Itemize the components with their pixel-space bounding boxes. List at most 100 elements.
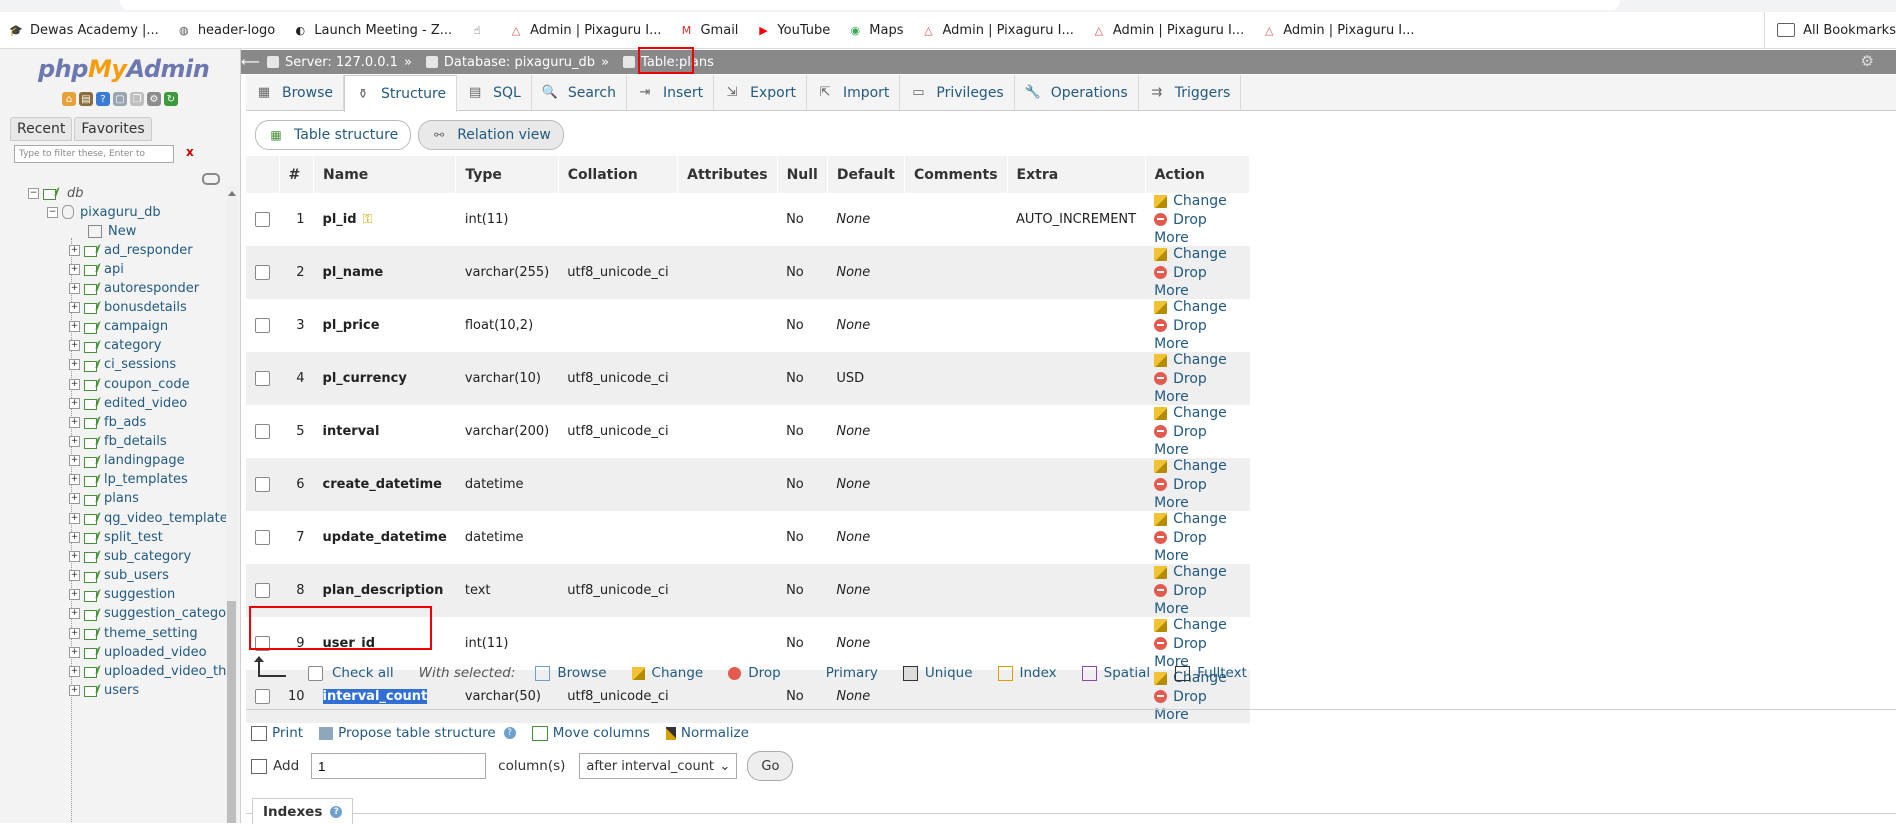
- tab-import[interactable]: ⇱ Import: [807, 75, 901, 110]
- settings-gear-icon[interactable]: ⚙: [1861, 52, 1874, 70]
- row-checkbox[interactable]: [255, 318, 270, 333]
- collapse-arrow-icon[interactable]: ⟵: [241, 55, 260, 70]
- more-button[interactable]: More: [1154, 601, 1189, 617]
- tab-operations[interactable]: 🔧 Operations: [1015, 75, 1139, 110]
- field-name[interactable]: interval_count: [322, 689, 428, 704]
- field-name-cell[interactable]: update_datetime: [313, 511, 456, 564]
- expand-icon[interactable]: +: [69, 359, 80, 371]
- change-button[interactable]: Change: [1154, 564, 1227, 580]
- collapse-icon[interactable]: −: [47, 206, 58, 218]
- field-name[interactable]: pl_id: [323, 212, 357, 227]
- expand-icon[interactable]: +: [69, 263, 80, 275]
- column-header[interactable]: Comments: [904, 156, 1008, 193]
- more-button[interactable]: More: [1154, 495, 1189, 511]
- change-button[interactable]: Change: [1154, 246, 1227, 262]
- bookmark-item[interactable]: ◍ header-logo: [168, 23, 284, 38]
- tab-export[interactable]: ⇲ Export: [714, 75, 807, 110]
- column-header[interactable]: Name: [313, 156, 457, 193]
- field-name-cell[interactable]: pl_name: [313, 246, 456, 299]
- expand-icon[interactable]: +: [69, 397, 80, 409]
- tab-search[interactable]: 🔍 Search: [532, 75, 627, 110]
- drop-button[interactable]: Drop: [1154, 689, 1207, 705]
- collapse-icon[interactable]: −: [28, 187, 39, 199]
- address-bar[interactable]: [120, 0, 1620, 10]
- bookmark-item[interactable]: △ Admin | Pixaguru I...: [913, 23, 1083, 38]
- more-button[interactable]: More: [1154, 442, 1189, 458]
- column-header[interactable]: Type: [455, 156, 559, 193]
- expand-icon[interactable]: +: [69, 321, 80, 333]
- bulk-browse-button[interactable]: Browse: [535, 665, 607, 681]
- drop-button[interactable]: Drop: [1154, 477, 1207, 493]
- expand-icon[interactable]: +: [69, 493, 80, 505]
- field-name[interactable]: create_datetime: [323, 477, 442, 492]
- change-button[interactable]: Change: [1154, 193, 1227, 209]
- row-checkbox[interactable]: [255, 689, 270, 704]
- tab-sql[interactable]: ▤ SQL: [457, 75, 532, 110]
- row-checkbox[interactable]: [255, 371, 270, 386]
- field-name[interactable]: plan_description: [323, 583, 444, 598]
- field-name-cell[interactable]: interval: [313, 405, 456, 458]
- reload-icon[interactable]: ↻: [164, 92, 178, 106]
- favorites-tab[interactable]: Favorites: [74, 117, 152, 141]
- expand-icon[interactable]: +: [69, 436, 80, 447]
- bookmark-item[interactable]: ◐ Launch Meeting - Z...: [284, 23, 461, 38]
- propose-structure-link[interactable]: Propose table structure?: [319, 725, 516, 741]
- change-button[interactable]: Change: [1154, 617, 1227, 633]
- expand-icon[interactable]: +: [69, 531, 80, 543]
- exit-icon[interactable]: ▤: [79, 92, 93, 106]
- column-header[interactable]: Default: [827, 156, 905, 193]
- bulk-index-button[interactable]: Index: [997, 665, 1057, 681]
- field-name[interactable]: pl_currency: [323, 371, 407, 386]
- normalize-link[interactable]: Normalize: [665, 725, 749, 741]
- all-bookmarks-button[interactable]: All Bookmarks: [1764, 12, 1896, 48]
- navigation-filter-input[interactable]: Type to filter these, Enter to search al…: [14, 145, 174, 163]
- expand-icon[interactable]: +: [69, 684, 80, 696]
- indexes-section-header[interactable]: Indexes?: [252, 798, 354, 824]
- column-header[interactable]: Null: [777, 156, 828, 193]
- move-columns-link[interactable]: Move columns: [531, 725, 650, 741]
- change-button[interactable]: Change: [1154, 458, 1227, 474]
- drop-button[interactable]: Drop: [1154, 583, 1207, 599]
- bookmark-item[interactable]: 🎓 Dewas Academy |...: [0, 23, 168, 38]
- more-button[interactable]: More: [1154, 283, 1189, 299]
- link-icon[interactable]: [202, 173, 220, 185]
- bulk-unique-button[interactable]: Unique: [902, 665, 973, 681]
- expand-icon[interactable]: +: [69, 570, 80, 582]
- column-header[interactable]: Collation: [558, 156, 679, 193]
- check-all-toggle[interactable]: Check all: [308, 665, 394, 681]
- help-icon[interactable]: ?: [96, 92, 110, 106]
- expand-icon[interactable]: +: [69, 455, 80, 467]
- drop-button[interactable]: Drop: [1154, 530, 1207, 546]
- change-button[interactable]: Change: [1154, 511, 1227, 527]
- tab-browse[interactable]: ▦ Browse: [246, 75, 344, 110]
- breadcrumb-server[interactable]: Server: 127.0.0.1: [259, 55, 398, 70]
- bookmark-item[interactable]: △ Admin | Pixaguru I...: [500, 23, 670, 38]
- bookmark-item[interactable]: ▶ YouTube: [747, 23, 839, 38]
- help-icon[interactable]: ?: [330, 805, 343, 818]
- expand-icon[interactable]: +: [69, 340, 80, 352]
- breadcrumb-database[interactable]: Database: pixaguru_db: [418, 55, 595, 70]
- field-name[interactable]: update_datetime: [323, 530, 447, 545]
- row-checkbox[interactable]: [255, 530, 270, 545]
- add-column-count-input[interactable]: [311, 753, 487, 779]
- expand-icon[interactable]: +: [69, 646, 80, 658]
- bookmark-item[interactable]: M Gmail: [670, 23, 747, 38]
- expand-icon[interactable]: +: [69, 589, 80, 601]
- more-button[interactable]: More: [1154, 548, 1189, 564]
- expand-icon[interactable]: +: [69, 378, 80, 390]
- bulk-fulltext-button[interactable]: Fulltext: [1175, 665, 1247, 681]
- expand-icon[interactable]: +: [69, 416, 80, 428]
- column-header[interactable]: Action: [1145, 156, 1251, 193]
- drop-button[interactable]: Drop: [1154, 371, 1207, 387]
- field-name-cell[interactable]: pl_currency: [313, 352, 456, 405]
- drop-button[interactable]: Drop: [1154, 424, 1207, 440]
- drop-button[interactable]: Drop: [1154, 265, 1207, 281]
- expand-icon[interactable]: +: [69, 282, 80, 294]
- tab-insert[interactable]: ⇥ Insert: [627, 75, 715, 110]
- bookmark-item[interactable]: △ Admin | Pixaguru I...: [1083, 23, 1253, 38]
- filter-clear-button[interactable]: x: [186, 145, 194, 159]
- table-structure-tab[interactable]: ▦ Table structure: [255, 120, 412, 150]
- copy-icon[interactable]: ❐: [130, 92, 144, 106]
- bulk-spatial-button[interactable]: Spatial: [1081, 665, 1150, 681]
- print-link[interactable]: Print: [251, 725, 303, 741]
